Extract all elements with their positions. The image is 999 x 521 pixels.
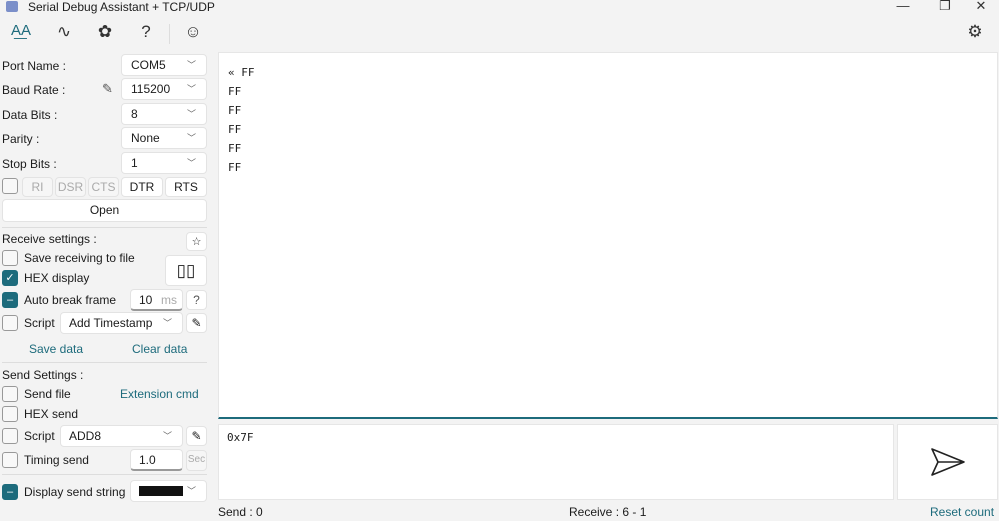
display-send-string-label: Display send string [24,485,126,499]
app-icon [6,1,18,12]
save-to-file-label: Save receiving to file [24,251,135,265]
chevron-down-icon: ﹀ [186,84,196,94]
stop-bits-label: Stop Bits : [2,157,57,171]
data-bits-value: 8 [131,107,138,121]
divider [2,227,207,228]
edit-send-script-icon[interactable]: ✎ [186,426,207,446]
baud-rate-label: Baud Rate : [2,83,66,97]
save-to-file-checkbox[interactable] [2,250,18,266]
send-button[interactable] [897,424,998,500]
signal-checkbox[interactable] [2,178,18,194]
color-select[interactable]: ﹀ [130,480,207,502]
receive-line: FF [228,161,242,174]
chevron-down-icon: ﹀ [186,158,196,168]
port-name-label: Port Name : [2,59,67,73]
receive-area[interactable]: « FF FF FF FF FF FF [218,52,998,419]
rts-button[interactable]: RTS [165,177,207,197]
window-title: Serial Debug Assistant + TCP/UDP [28,0,215,14]
clear-data-link[interactable]: Clear data [132,342,187,356]
chevron-down-icon: ﹀ [186,60,196,70]
divider [2,362,207,363]
dtr-button[interactable]: DTR [121,177,163,197]
port-name-select[interactable]: COM5 ﹀ [121,54,207,76]
hex-send-label: HEX send [24,407,79,421]
break-unit: ms [161,293,177,307]
text-mode-icon[interactable]: A͟A [7,22,35,46]
edit-script-icon[interactable]: ✎ [186,313,207,333]
parity-label: Parity : [2,132,40,146]
receive-line: FF [228,85,242,98]
send-script-label: Script [24,429,55,443]
auto-break-label: Auto break frame [24,293,117,307]
reset-count-link[interactable]: Reset count [930,505,994,519]
emoji-icon[interactable]: ☺ [179,22,207,46]
parity-select[interactable]: None ﹀ [121,127,207,149]
stop-bits-value: 1 [131,156,138,170]
receive-line: FF [228,142,242,155]
close-button[interactable]: ✕ [971,0,991,14]
hex-display-label: HEX display [24,271,90,285]
baud-rate-select[interactable]: 115200 ﹀ [121,78,207,100]
port-value: COM5 [131,58,166,72]
receive-script-checkbox[interactable] [2,315,18,331]
break-help-button[interactable]: ? [186,290,207,310]
stop-bits-select[interactable]: 1 ﹀ [121,152,207,174]
receive-line: FF [228,123,242,136]
pause-button[interactable]: ▯▯ [165,255,207,286]
timing-value: 1.0 [139,453,156,467]
break-time-value: 10 [139,293,153,307]
send-file-label: Send file [24,387,71,401]
data-bits-select[interactable]: 8 ﹀ [121,103,207,125]
chevron-down-icon: ﹀ [186,486,196,496]
plugin-icon[interactable]: ✿ [91,22,119,46]
hex-display-checkbox[interactable]: ✓ [2,270,18,286]
save-data-link[interactable]: Save data [29,342,83,356]
receive-line: FF [228,104,242,117]
divider [2,474,207,475]
receive-script-value: Add Timestamp [69,316,153,330]
star-icon[interactable]: ☆ [186,232,207,251]
hex-send-checkbox[interactable] [2,406,18,422]
help-icon[interactable]: ? [132,22,160,46]
gear-icon[interactable]: ⚙ [961,22,989,46]
break-time-input[interactable]: 10 ms [130,289,183,311]
send-settings-title: Send Settings : [2,368,84,382]
chevron-down-icon: ﹀ [162,431,172,441]
chevron-down-icon: ﹀ [186,109,196,119]
timing-send-label: Timing send [24,453,89,467]
timing-input[interactable]: 1.0 [130,449,183,471]
edit-icon[interactable]: ✎ [102,81,113,97]
toolbar-divider [169,24,170,44]
send-input[interactable]: 0x7F [218,424,894,500]
send-count: Send : 0 [218,505,263,519]
timing-send-checkbox[interactable] [2,452,18,468]
data-bits-label: Data Bits : [2,108,58,122]
receive-script-label: Script [24,316,55,330]
receive-script-select[interactable]: Add Timestamp ﹀ [60,312,183,334]
auto-break-checkbox[interactable]: – [2,292,18,308]
chevron-down-icon: ﹀ [162,318,172,328]
color-swatch [139,486,183,496]
receive-line: « FF [228,66,255,79]
send-script-select[interactable]: ADD8 ﹀ [60,425,183,447]
restore-button[interactable]: ❐ [935,0,955,14]
receive-count: Receive : 6 - 1 [569,505,647,519]
parity-value: None [131,131,160,145]
chevron-down-icon: ﹀ [186,133,196,143]
dsr-indicator: DSR [55,177,86,197]
cts-indicator: CTS [88,177,119,197]
baud-value: 115200 [131,82,171,96]
minimize-button[interactable]: — [893,0,913,14]
send-script-checkbox[interactable] [2,428,18,444]
display-send-string-checkbox[interactable]: – [2,484,18,500]
open-button[interactable]: Open [2,199,207,222]
timing-unit: Sec [186,450,207,471]
send-script-value: ADD8 [69,429,102,443]
send-icon [931,448,965,476]
send-file-checkbox[interactable] [2,386,18,402]
waveform-icon[interactable]: ∿ [50,22,78,46]
receive-settings-title: Receive settings : [2,232,97,246]
ri-indicator: RI [22,177,53,197]
extension-cmd-link[interactable]: Extension cmd [120,387,199,401]
